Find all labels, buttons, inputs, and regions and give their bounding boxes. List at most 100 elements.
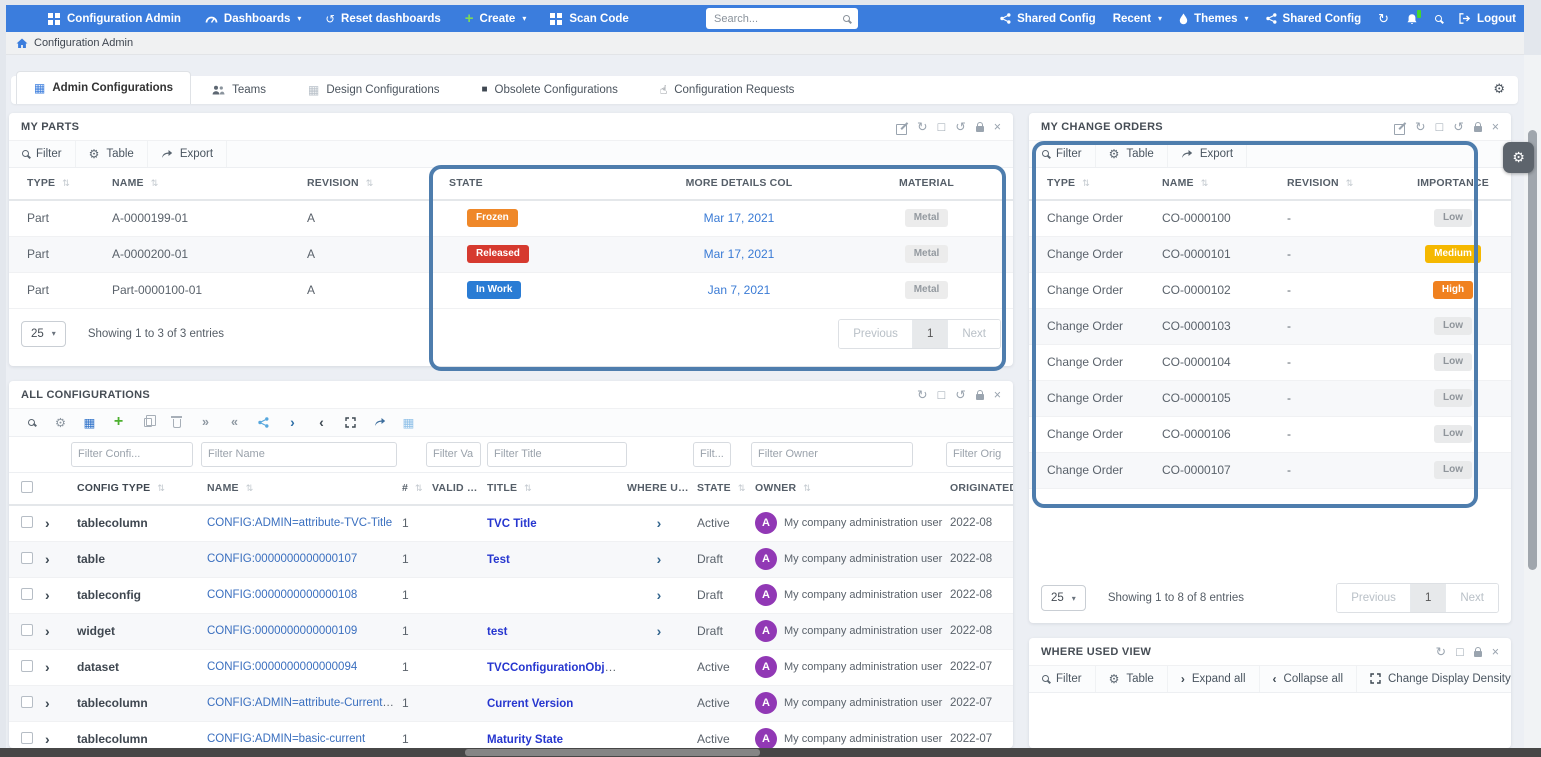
date-link[interactable]: Mar 17, 2021 (704, 247, 775, 261)
expand-row-icon[interactable]: › (45, 551, 50, 567)
title-link[interactable]: TVCConfigurationObjects (487, 660, 621, 674)
tab-admin-configurations[interactable]: ▦ Admin Configurations (16, 71, 191, 104)
global-search[interactable] (706, 8, 858, 29)
table-button[interactable]: ⚙Table (1096, 141, 1168, 167)
table-row[interactable]: › dataset CONFIG:0000000000000094 1 TVCC… (9, 650, 1013, 686)
expand-row-icon[interactable]: › (45, 695, 50, 711)
table-row[interactable]: › tablecolumn CONFIG:ADMIN=attribute-Cur… (9, 686, 1013, 722)
fullscreen-button[interactable] (336, 412, 365, 432)
vertical-scrollbar-thumb[interactable] (1528, 130, 1537, 570)
config-name-link[interactable]: CONFIG:ADMIN=basic-current (207, 733, 365, 745)
undo-icon[interactable]: ↺ (1453, 121, 1463, 134)
column-header-type[interactable]: TYPE⇅ (21, 177, 106, 189)
logout-button[interactable]: Logout (1459, 13, 1516, 25)
column-header-originated[interactable]: ORIGINATED (944, 482, 1013, 494)
tab-settings-gear-icon[interactable]: ⚙ (1493, 81, 1505, 97)
notifications-bell-icon[interactable] (1406, 13, 1418, 25)
scan-code-button[interactable]: Scan Code (550, 13, 628, 25)
table-row[interactable]: › tablecolumn CONFIG:ADMIN=attribute-TVC… (9, 506, 1013, 542)
column-header-revision[interactable]: REVISION⇅ (1281, 177, 1391, 189)
create-menu[interactable]: + Create ▾ (465, 13, 527, 25)
next-item-button[interactable]: › (278, 412, 307, 432)
close-icon[interactable]: × (1492, 121, 1499, 134)
previous-page-button[interactable]: Previous (839, 320, 912, 348)
table-view-button[interactable]: ▦ (394, 412, 423, 432)
filter-valid-for-input[interactable] (426, 442, 481, 467)
where-used-chevron-icon[interactable]: › (657, 515, 662, 531)
row-checkbox[interactable] (21, 552, 33, 564)
previous-item-button[interactable]: ‹ (307, 412, 336, 432)
table-row[interactable]: › widget CONFIG:0000000000000109 1 test … (9, 614, 1013, 650)
sync-icon[interactable]: ↻ (1378, 11, 1389, 27)
config-name-link[interactable]: CONFIG:0000000000000107 (207, 553, 357, 565)
current-page-button[interactable]: 1 (1410, 584, 1445, 612)
filter-button[interactable]: Filter (1029, 141, 1096, 167)
column-header-name[interactable]: NAME⇅ (201, 482, 396, 494)
column-header-config-type[interactable]: CONFIG TYPE⇅ (71, 482, 201, 494)
next-page-button[interactable]: Next (947, 320, 1000, 348)
delete-button[interactable] (162, 412, 191, 432)
column-header-where-used[interactable]: WHERE USED (621, 482, 691, 494)
where-used-chevron-icon[interactable]: › (657, 623, 662, 639)
title-link[interactable]: test (487, 626, 507, 638)
column-header-material[interactable]: MATERIAL (856, 177, 991, 189)
config-name-link[interactable]: CONFIG:ADMIN=attribute-TVC-Title (207, 517, 392, 529)
table-row[interactable]: › table CONFIG:0000000000000107 1 Test ›… (9, 542, 1013, 578)
title-link[interactable]: Test (487, 554, 510, 566)
next-page-button[interactable]: Next (1445, 584, 1498, 612)
close-icon[interactable]: × (1492, 646, 1499, 659)
table-row[interactable]: Change Order CO-0000104 - Low (1029, 345, 1511, 381)
where-used-chevron-icon[interactable]: › (657, 551, 662, 567)
filter-title-input[interactable] (487, 442, 627, 467)
window-icon[interactable]: □ (938, 121, 946, 134)
table-row[interactable]: Part A-0000199-01 A Frozen Mar 17, 2021 … (9, 201, 1013, 237)
filter-name-input[interactable] (201, 442, 397, 467)
close-icon[interactable]: × (994, 389, 1001, 402)
column-header-type[interactable]: TYPE⇅ (1041, 177, 1156, 189)
column-header-name[interactable]: NAME⇅ (106, 177, 301, 189)
refresh-icon[interactable]: ↻ (1436, 646, 1446, 659)
current-page-button[interactable]: 1 (912, 320, 947, 348)
previous-page-button[interactable]: Previous (1337, 584, 1410, 612)
floating-settings-tab[interactable]: ⚙ (1503, 142, 1534, 173)
column-header-revision[interactable]: REVISION⇅ (301, 177, 431, 189)
date-link[interactable]: Mar 17, 2021 (704, 211, 775, 225)
expand-all-button[interactable]: ›Expand all (1168, 666, 1260, 692)
settings-button[interactable]: ⚙ (46, 412, 75, 432)
lock-icon[interactable] (1474, 651, 1482, 657)
table-row[interactable]: Change Order CO-0000106 - Low (1029, 417, 1511, 453)
row-checkbox[interactable] (21, 660, 33, 672)
table-row[interactable]: › tableconfig CONFIG:0000000000000108 1 … (9, 578, 1013, 614)
window-icon[interactable]: □ (1456, 646, 1464, 659)
table-row[interactable]: Change Order CO-0000105 - Low (1029, 381, 1511, 417)
themes-menu[interactable]: Themes ▾ (1179, 13, 1248, 25)
edit-icon[interactable] (1394, 122, 1405, 133)
lock-icon[interactable] (976, 126, 984, 132)
home-icon[interactable] (16, 38, 28, 49)
close-icon[interactable]: × (994, 121, 1001, 134)
table-row[interactable]: Change Order CO-0000107 - Low (1029, 453, 1511, 489)
column-header-owner[interactable]: OWNER⇅ (749, 482, 944, 494)
share-button[interactable] (249, 412, 278, 432)
expand-row-icon[interactable]: › (45, 587, 50, 603)
column-header-state[interactable]: STATE (431, 177, 616, 189)
page-size-select[interactable]: 25▾ (1041, 585, 1086, 611)
lock-icon[interactable] (1474, 126, 1482, 132)
dashboards-menu[interactable]: Dashboards ▾ (205, 13, 301, 25)
export-button[interactable] (365, 412, 394, 432)
export-button[interactable]: Export (148, 141, 227, 167)
table-row[interactable]: Change Order CO-0000102 - High (1029, 273, 1511, 309)
tab-configuration-requests[interactable]: ☝ Configuration Requests (639, 76, 816, 104)
filter-state-input[interactable] (693, 442, 731, 467)
expand-row-icon[interactable]: › (45, 731, 50, 747)
reset-dashboards-button[interactable]: ↺ Reset dashboards (325, 12, 440, 26)
where-used-chevron-icon[interactable]: › (657, 587, 662, 603)
refresh-icon[interactable]: ↻ (917, 121, 927, 134)
shared-config-button-2[interactable]: Shared Config (1266, 13, 1362, 25)
filter-button[interactable]: Filter (9, 141, 76, 167)
column-header-state[interactable]: STATE⇅ (691, 482, 749, 494)
export-button[interactable]: Export (1168, 141, 1247, 167)
row-checkbox[interactable] (21, 624, 33, 636)
lock-icon[interactable] (976, 394, 984, 400)
table-button[interactable]: ⚙Table (1096, 666, 1168, 692)
